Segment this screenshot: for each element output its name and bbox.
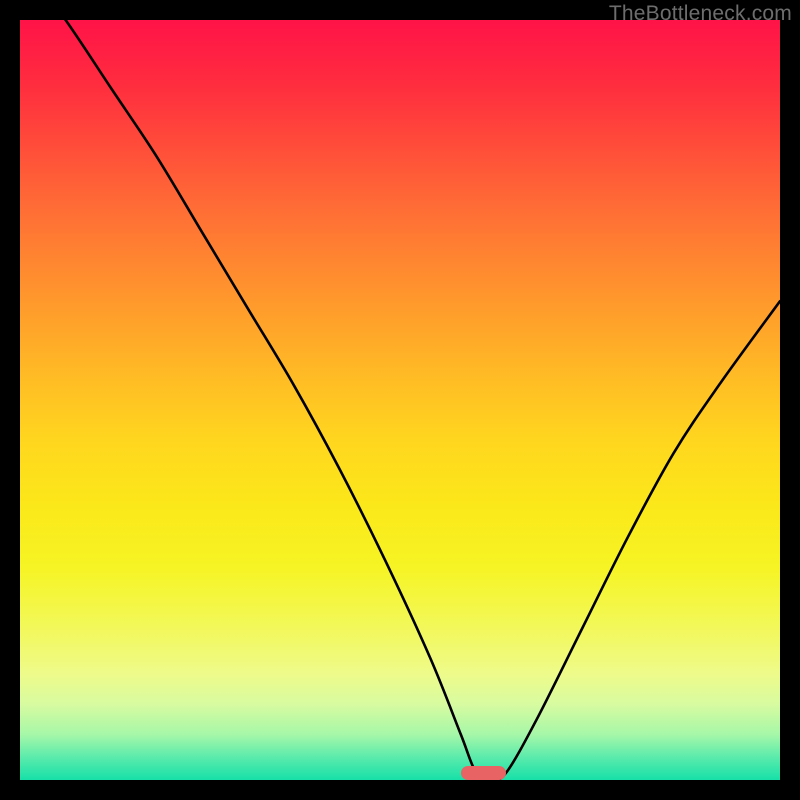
curve-svg [20, 20, 780, 780]
bottleneck-curve [20, 20, 780, 780]
optimal-marker [461, 766, 507, 780]
chart-container: TheBottleneck.com [0, 0, 800, 800]
watermark-text: TheBottleneck.com [609, 2, 792, 26]
plot-area [20, 20, 780, 780]
